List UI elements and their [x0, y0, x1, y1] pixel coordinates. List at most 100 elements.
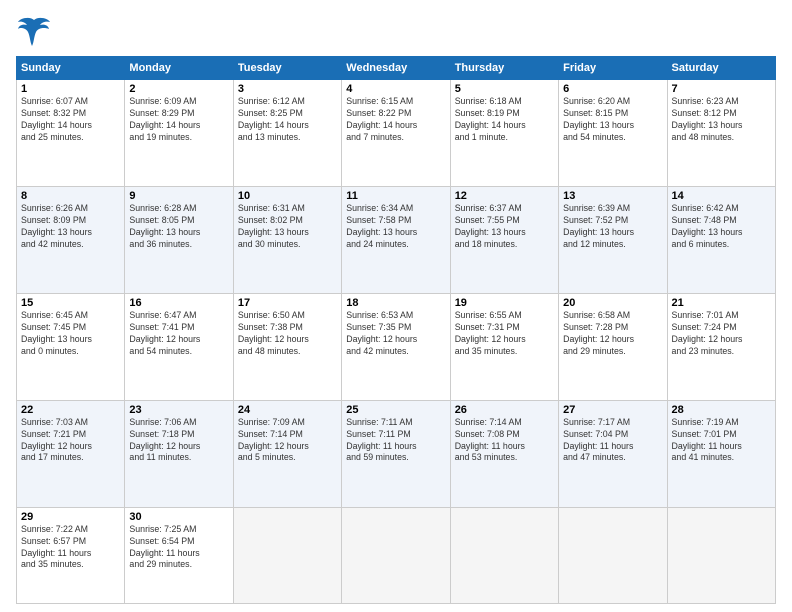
day-number: 15 [21, 297, 120, 309]
day-number: 17 [238, 297, 337, 309]
day-number: 8 [21, 190, 120, 202]
day-detail: Sunrise: 6:50 AM Sunset: 7:38 PM Dayligh… [238, 310, 337, 358]
day-detail: Sunrise: 6:23 AM Sunset: 8:12 PM Dayligh… [672, 96, 771, 144]
day-number: 18 [346, 297, 445, 309]
day-number: 26 [455, 404, 554, 416]
calendar-week-1: 1Sunrise: 6:07 AM Sunset: 8:32 PM Daylig… [17, 80, 776, 187]
day-detail: Sunrise: 7:22 AM Sunset: 6:57 PM Dayligh… [21, 524, 120, 572]
calendar-cell: 17Sunrise: 6:50 AM Sunset: 7:38 PM Dayli… [233, 293, 341, 400]
day-number: 21 [672, 297, 771, 309]
calendar-cell: 13Sunrise: 6:39 AM Sunset: 7:52 PM Dayli… [559, 186, 667, 293]
calendar-cell: 12Sunrise: 6:37 AM Sunset: 7:55 PM Dayli… [450, 186, 558, 293]
calendar-week-5: 29Sunrise: 7:22 AM Sunset: 6:57 PM Dayli… [17, 507, 776, 603]
calendar-cell: 9Sunrise: 6:28 AM Sunset: 8:05 PM Daylig… [125, 186, 233, 293]
calendar-cell: 28Sunrise: 7:19 AM Sunset: 7:01 PM Dayli… [667, 400, 775, 507]
calendar-cell: 27Sunrise: 7:17 AM Sunset: 7:04 PM Dayli… [559, 400, 667, 507]
calendar-cell [667, 507, 775, 603]
day-number: 20 [563, 297, 662, 309]
calendar-cell: 29Sunrise: 7:22 AM Sunset: 6:57 PM Dayli… [17, 507, 125, 603]
day-detail: Sunrise: 6:45 AM Sunset: 7:45 PM Dayligh… [21, 310, 120, 358]
logo-icon [16, 12, 52, 48]
day-detail: Sunrise: 6:37 AM Sunset: 7:55 PM Dayligh… [455, 203, 554, 251]
calendar-cell: 19Sunrise: 6:55 AM Sunset: 7:31 PM Dayli… [450, 293, 558, 400]
day-number: 23 [129, 404, 228, 416]
day-detail: Sunrise: 7:11 AM Sunset: 7:11 PM Dayligh… [346, 417, 445, 465]
calendar-cell [342, 507, 450, 603]
day-number: 6 [563, 83, 662, 95]
calendar-cell: 5Sunrise: 6:18 AM Sunset: 8:19 PM Daylig… [450, 80, 558, 187]
header-sunday: Sunday [17, 57, 125, 80]
day-number: 10 [238, 190, 337, 202]
calendar-cell: 7Sunrise: 6:23 AM Sunset: 8:12 PM Daylig… [667, 80, 775, 187]
day-number: 13 [563, 190, 662, 202]
calendar-cell: 30Sunrise: 7:25 AM Sunset: 6:54 PM Dayli… [125, 507, 233, 603]
header [16, 12, 776, 48]
day-detail: Sunrise: 6:31 AM Sunset: 8:02 PM Dayligh… [238, 203, 337, 251]
calendar-cell: 11Sunrise: 6:34 AM Sunset: 7:58 PM Dayli… [342, 186, 450, 293]
header-thursday: Thursday [450, 57, 558, 80]
calendar-cell: 24Sunrise: 7:09 AM Sunset: 7:14 PM Dayli… [233, 400, 341, 507]
day-detail: Sunrise: 6:39 AM Sunset: 7:52 PM Dayligh… [563, 203, 662, 251]
header-monday: Monday [125, 57, 233, 80]
day-number: 24 [238, 404, 337, 416]
day-detail: Sunrise: 6:28 AM Sunset: 8:05 PM Dayligh… [129, 203, 228, 251]
header-friday: Friday [559, 57, 667, 80]
calendar-cell [559, 507, 667, 603]
day-number: 4 [346, 83, 445, 95]
calendar-cell: 23Sunrise: 7:06 AM Sunset: 7:18 PM Dayli… [125, 400, 233, 507]
calendar-week-2: 8Sunrise: 6:26 AM Sunset: 8:09 PM Daylig… [17, 186, 776, 293]
day-number: 1 [21, 83, 120, 95]
calendar-table: SundayMondayTuesdayWednesdayThursdayFrid… [16, 56, 776, 604]
calendar-week-3: 15Sunrise: 6:45 AM Sunset: 7:45 PM Dayli… [17, 293, 776, 400]
calendar-week-4: 22Sunrise: 7:03 AM Sunset: 7:21 PM Dayli… [17, 400, 776, 507]
day-detail: Sunrise: 6:47 AM Sunset: 7:41 PM Dayligh… [129, 310, 228, 358]
day-detail: Sunrise: 6:26 AM Sunset: 8:09 PM Dayligh… [21, 203, 120, 251]
day-detail: Sunrise: 7:14 AM Sunset: 7:08 PM Dayligh… [455, 417, 554, 465]
header-saturday: Saturday [667, 57, 775, 80]
day-number: 5 [455, 83, 554, 95]
day-detail: Sunrise: 7:17 AM Sunset: 7:04 PM Dayligh… [563, 417, 662, 465]
day-number: 12 [455, 190, 554, 202]
calendar-cell: 20Sunrise: 6:58 AM Sunset: 7:28 PM Dayli… [559, 293, 667, 400]
calendar-cell: 26Sunrise: 7:14 AM Sunset: 7:08 PM Dayli… [450, 400, 558, 507]
day-detail: Sunrise: 7:01 AM Sunset: 7:24 PM Dayligh… [672, 310, 771, 358]
day-number: 25 [346, 404, 445, 416]
page: SundayMondayTuesdayWednesdayThursdayFrid… [0, 0, 792, 612]
calendar-cell: 1Sunrise: 6:07 AM Sunset: 8:32 PM Daylig… [17, 80, 125, 187]
header-wednesday: Wednesday [342, 57, 450, 80]
calendar-header-row: SundayMondayTuesdayWednesdayThursdayFrid… [17, 57, 776, 80]
day-number: 27 [563, 404, 662, 416]
day-number: 9 [129, 190, 228, 202]
day-number: 30 [129, 511, 228, 523]
day-detail: Sunrise: 7:06 AM Sunset: 7:18 PM Dayligh… [129, 417, 228, 465]
day-number: 7 [672, 83, 771, 95]
header-tuesday: Tuesday [233, 57, 341, 80]
day-number: 28 [672, 404, 771, 416]
day-detail: Sunrise: 7:19 AM Sunset: 7:01 PM Dayligh… [672, 417, 771, 465]
calendar-cell: 6Sunrise: 6:20 AM Sunset: 8:15 PM Daylig… [559, 80, 667, 187]
day-detail: Sunrise: 6:07 AM Sunset: 8:32 PM Dayligh… [21, 96, 120, 144]
calendar-cell [233, 507, 341, 603]
day-detail: Sunrise: 6:58 AM Sunset: 7:28 PM Dayligh… [563, 310, 662, 358]
calendar-cell: 4Sunrise: 6:15 AM Sunset: 8:22 PM Daylig… [342, 80, 450, 187]
day-detail: Sunrise: 6:12 AM Sunset: 8:25 PM Dayligh… [238, 96, 337, 144]
calendar-cell [450, 507, 558, 603]
day-detail: Sunrise: 6:34 AM Sunset: 7:58 PM Dayligh… [346, 203, 445, 251]
day-number: 2 [129, 83, 228, 95]
day-detail: Sunrise: 6:15 AM Sunset: 8:22 PM Dayligh… [346, 96, 445, 144]
calendar-cell: 22Sunrise: 7:03 AM Sunset: 7:21 PM Dayli… [17, 400, 125, 507]
day-number: 29 [21, 511, 120, 523]
day-detail: Sunrise: 7:03 AM Sunset: 7:21 PM Dayligh… [21, 417, 120, 465]
calendar-cell: 8Sunrise: 6:26 AM Sunset: 8:09 PM Daylig… [17, 186, 125, 293]
calendar-cell: 21Sunrise: 7:01 AM Sunset: 7:24 PM Dayli… [667, 293, 775, 400]
calendar-cell: 14Sunrise: 6:42 AM Sunset: 7:48 PM Dayli… [667, 186, 775, 293]
calendar-cell: 25Sunrise: 7:11 AM Sunset: 7:11 PM Dayli… [342, 400, 450, 507]
day-detail: Sunrise: 6:20 AM Sunset: 8:15 PM Dayligh… [563, 96, 662, 144]
day-number: 16 [129, 297, 228, 309]
day-number: 19 [455, 297, 554, 309]
day-detail: Sunrise: 7:25 AM Sunset: 6:54 PM Dayligh… [129, 524, 228, 572]
logo [16, 12, 56, 48]
day-detail: Sunrise: 6:55 AM Sunset: 7:31 PM Dayligh… [455, 310, 554, 358]
day-detail: Sunrise: 6:09 AM Sunset: 8:29 PM Dayligh… [129, 96, 228, 144]
calendar-cell: 18Sunrise: 6:53 AM Sunset: 7:35 PM Dayli… [342, 293, 450, 400]
